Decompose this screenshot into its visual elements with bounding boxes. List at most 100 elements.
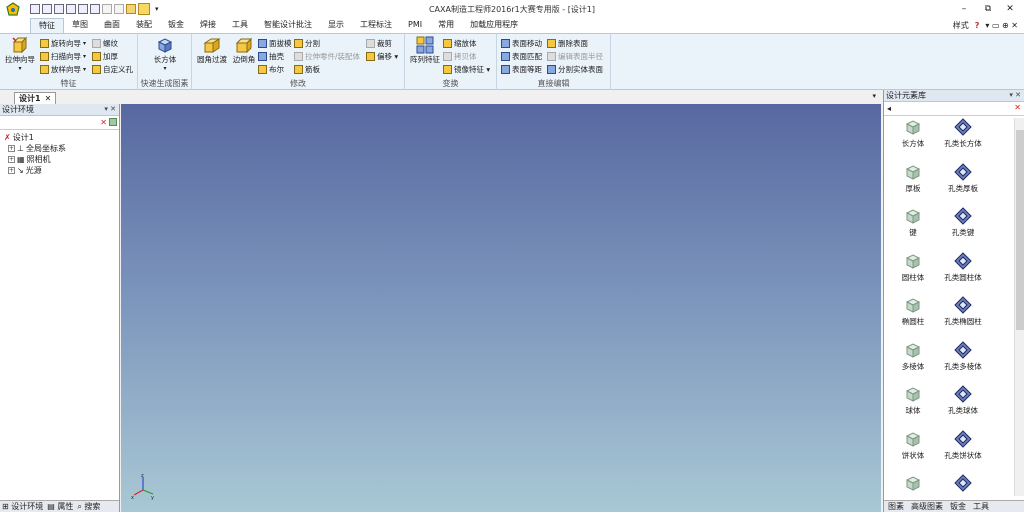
tab-display[interactable]: 显示 bbox=[320, 18, 352, 33]
thicken-button[interactable]: 加厚 bbox=[92, 51, 118, 62]
tab-search[interactable]: ⌕ 搜索 bbox=[77, 501, 100, 512]
scrollbar-thumb[interactable] bbox=[1016, 130, 1024, 330]
library-item[interactable] bbox=[938, 474, 988, 494]
loft-wizard-button[interactable]: 放样向导 ▾ bbox=[40, 64, 86, 75]
scale-body-button[interactable]: 缩放体 bbox=[443, 38, 477, 49]
new-drawing-icon[interactable] bbox=[42, 4, 52, 14]
close-library-icon[interactable]: ✕ bbox=[1014, 103, 1021, 112]
boolean-button[interactable]: 布尔 bbox=[258, 64, 284, 75]
library-pin-close-icons[interactable]: ▾ ✕ bbox=[1009, 90, 1021, 101]
tab-tools-lib[interactable]: 工具 bbox=[973, 501, 989, 512]
tab-surface[interactable]: 曲面 bbox=[96, 18, 128, 33]
mirror-feature-button[interactable]: 镜像特征 ▾ bbox=[443, 64, 490, 75]
design-viewport[interactable]: z x y bbox=[121, 104, 881, 512]
library-item[interactable]: 孔类圆柱体 bbox=[938, 251, 988, 283]
tab-sheetmetal-lib[interactable]: 钣金 bbox=[950, 501, 966, 512]
library-item[interactable]: 圆柱体 bbox=[888, 252, 938, 283]
tab-advanced-primitives[interactable]: 高级图素 bbox=[911, 501, 943, 512]
expand-icon[interactable]: + bbox=[8, 145, 15, 152]
tab-design-environment[interactable]: ⊞ 设计环境 bbox=[2, 501, 43, 512]
tab-sketch[interactable]: 草图 bbox=[64, 18, 96, 33]
tab-pmi[interactable]: PMI bbox=[400, 18, 430, 33]
tab-tools[interactable]: 工具 bbox=[224, 18, 256, 33]
extrude-wizard-button[interactable]: 拉伸向导 ▾ bbox=[3, 36, 37, 73]
expand-icon[interactable]: + bbox=[8, 156, 15, 163]
library-item[interactable]: 孔类多棱体 bbox=[938, 340, 988, 372]
sweep-wizard-button[interactable]: 扫描向导 ▾ bbox=[40, 51, 86, 62]
save-as-icon[interactable] bbox=[66, 4, 76, 14]
minimize-button[interactable]: – bbox=[956, 2, 972, 16]
library-item[interactable]: 厚板 bbox=[888, 163, 938, 194]
library-item[interactable]: 键 bbox=[888, 207, 938, 238]
library-item[interactable]: 长方体 bbox=[888, 118, 938, 149]
trim-button[interactable]: 裁剪 bbox=[366, 38, 392, 49]
stretch-part-button[interactable]: 拉伸零件/装配体 bbox=[294, 51, 360, 62]
tree-item-light[interactable]: + ↘ 光源 bbox=[0, 165, 119, 176]
tab-sheetmetal[interactable]: 钣金 bbox=[160, 18, 192, 33]
help-icon[interactable]: ? bbox=[975, 21, 980, 30]
new-file-icon[interactable] bbox=[30, 4, 40, 14]
split-solid-surface-button[interactable]: 分割实体表面 bbox=[547, 64, 603, 75]
tree-item-camera[interactable]: + ▦ 照相机 bbox=[0, 154, 119, 165]
style-menu[interactable]: 样式 bbox=[953, 20, 969, 31]
tab-common[interactable]: 常用 bbox=[430, 18, 462, 33]
folder-icon[interactable] bbox=[126, 4, 136, 14]
thread-button[interactable]: 螺纹 bbox=[92, 38, 118, 49]
tab-feature[interactable]: 特征 bbox=[30, 18, 64, 33]
tab-smart-annotation[interactable]: 智能设计批注 bbox=[256, 18, 320, 33]
box-primitive-button[interactable]: 长方体 ▾ bbox=[148, 36, 182, 73]
tab-properties[interactable]: ▤ 属性 bbox=[47, 501, 73, 512]
close-button[interactable]: ✕ bbox=[1002, 2, 1018, 16]
close-tab-icon[interactable]: ✕ bbox=[45, 93, 52, 104]
tab-weld[interactable]: 焊接 bbox=[192, 18, 224, 33]
open-icon[interactable] bbox=[54, 4, 64, 14]
library-item[interactable]: 多棱体 bbox=[888, 341, 938, 372]
tab-engineering-annotation[interactable]: 工程标注 bbox=[352, 18, 400, 33]
surface-move-button[interactable]: 表面移动 bbox=[501, 38, 542, 49]
select-pointer-icon[interactable] bbox=[138, 3, 150, 15]
copy-body-button[interactable]: 拷贝体 bbox=[443, 51, 477, 62]
back-arrow-icon[interactable]: ◂ bbox=[887, 104, 891, 113]
pattern-feature-button[interactable]: 阵列特征 bbox=[408, 36, 442, 64]
print-icon[interactable] bbox=[78, 4, 88, 14]
delete-surface-button[interactable]: 删除表面 bbox=[547, 38, 588, 49]
library-item[interactable]: 孔类饼状体 bbox=[938, 429, 988, 461]
custom-hole-button[interactable]: 自定义孔 bbox=[92, 64, 133, 75]
clear-filter-icon[interactable]: ✕ bbox=[100, 118, 107, 127]
library-item[interactable]: 孔类球体 bbox=[938, 385, 988, 416]
library-item[interactable]: 饼状体 bbox=[888, 430, 938, 461]
rib-button[interactable]: 筋板 bbox=[294, 64, 320, 75]
shell-button[interactable]: 抽壳 bbox=[258, 51, 284, 62]
library-scrollbar[interactable] bbox=[1014, 118, 1024, 496]
chamfer-button[interactable]: 边倒角 bbox=[230, 36, 258, 64]
expand-icon[interactable]: + bbox=[8, 167, 15, 174]
library-item[interactable]: 孔类键 bbox=[938, 207, 988, 238]
library-item[interactable] bbox=[888, 474, 938, 494]
fillet-button[interactable]: 圆角过渡 bbox=[195, 36, 229, 64]
library-item[interactable]: 孔类厚板 bbox=[938, 162, 988, 194]
library-item[interactable]: 球体 bbox=[888, 385, 938, 416]
window-extra-controls[interactable]: ▾ ▭ ⊕ ✕ bbox=[985, 21, 1018, 30]
surface-match-button[interactable]: 表面匹配 bbox=[501, 51, 542, 62]
library-item[interactable]: 椭圆柱 bbox=[888, 296, 938, 327]
split-button[interactable]: 分割 bbox=[294, 38, 320, 49]
tree-item-global-coords[interactable]: + ⊥ 全局坐标系 bbox=[0, 143, 119, 154]
app-logo-icon[interactable] bbox=[4, 0, 22, 18]
tab-primitives[interactable]: 图素 bbox=[888, 501, 904, 512]
surface-offset-button[interactable]: 表面等距 bbox=[501, 64, 542, 75]
filter-settings-icon[interactable] bbox=[109, 118, 117, 126]
tab-list-dropdown-icon[interactable]: ▾ bbox=[872, 92, 876, 100]
save-icon[interactable] bbox=[90, 4, 100, 14]
library-item[interactable]: 孔类长方体 bbox=[938, 118, 988, 149]
face-draft-button[interactable]: 面拔模 bbox=[258, 38, 292, 49]
tree-item-root[interactable]: ✗ 设计1 bbox=[0, 132, 119, 143]
offset-button[interactable]: 偏移 ▾ bbox=[366, 51, 398, 62]
quick-access-dropdown-icon[interactable]: ▾ bbox=[155, 5, 159, 13]
tab-load-apps[interactable]: 加载应用程序 bbox=[462, 18, 526, 33]
library-item[interactable]: 孔类椭圆柱 bbox=[938, 296, 988, 327]
edit-surface-radius-button[interactable]: 编辑表面半径 bbox=[547, 51, 603, 62]
document-tab[interactable]: 设计1 ✕ bbox=[14, 92, 57, 104]
panel-pin-close-icons[interactable]: ▾ ✕ bbox=[104, 104, 116, 115]
revolve-wizard-button[interactable]: 旋转向导 ▾ bbox=[40, 38, 86, 49]
undo-icon[interactable] bbox=[102, 4, 112, 14]
